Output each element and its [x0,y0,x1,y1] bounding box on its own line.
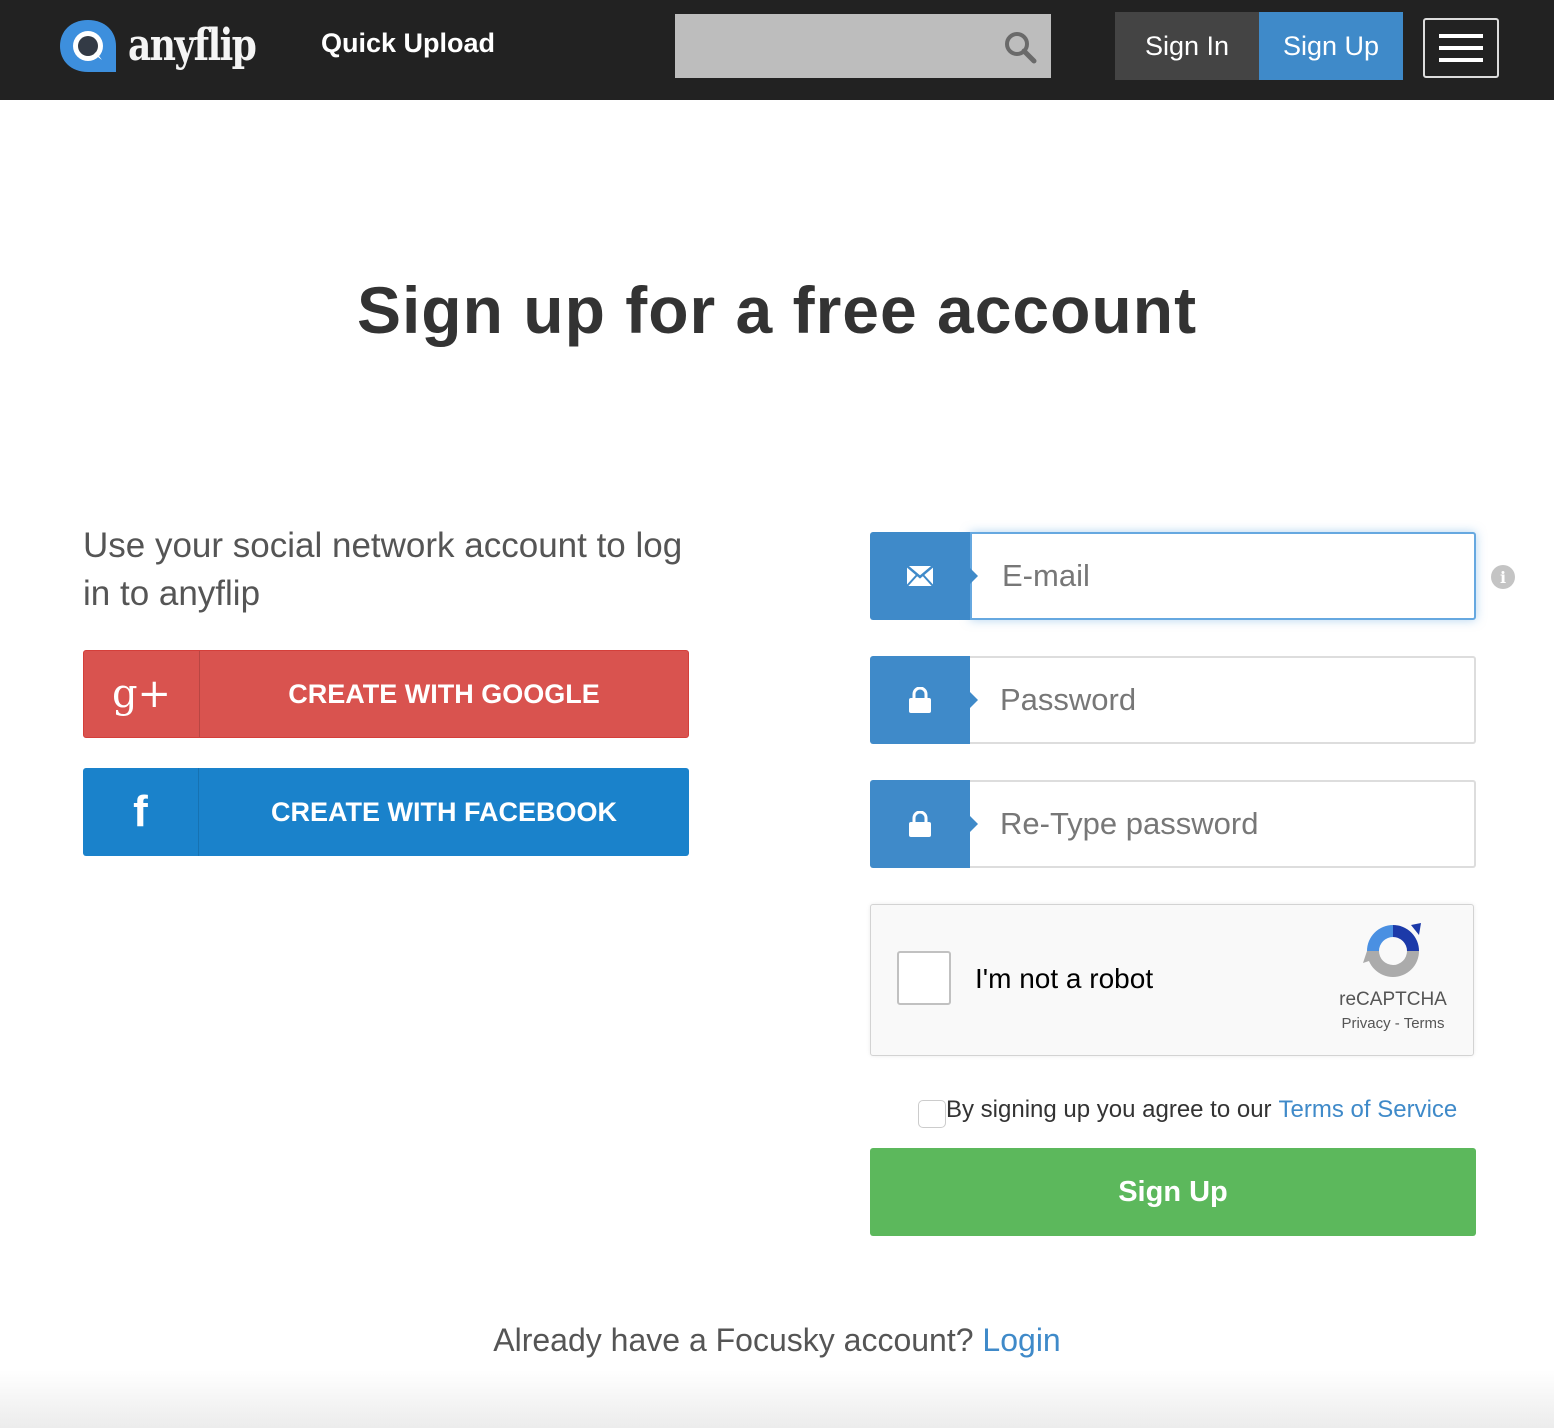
terms-checkbox[interactable] [918,1100,946,1128]
google-plus-icon: g+ [84,651,200,737]
top-navbar: anyflip Quick Upload Sign In Sign Up [0,0,1554,100]
sign-in-button[interactable]: Sign In [1115,12,1259,80]
password-field-group [870,656,1476,744]
recaptcha-label: I'm not a robot [975,963,1154,994]
already-have-account: Already have a Focusky account? Login [0,1322,1554,1359]
search-icon[interactable] [1003,30,1037,64]
terms-agreement: By signing up you agree to our Terms of … [918,1092,1457,1128]
retype-password-input[interactable] [970,780,1476,868]
logo-text: anyflip [128,20,257,71]
retype-password-addon [870,780,978,868]
email-field-group [870,532,1476,620]
sign-up-nav-button[interactable]: Sign Up [1259,12,1403,80]
footer-fade [0,1370,1554,1428]
facebook-icon: f [83,768,199,856]
facebook-button-label: CREATE WITH FACEBOOK [271,796,617,827]
sign-up-submit-button[interactable]: Sign Up [870,1148,1476,1236]
password-input[interactable] [970,656,1476,744]
search-box [675,14,1051,78]
anyflip-logo[interactable]: anyflip [58,18,283,74]
logo-bubble-icon [60,20,116,72]
recaptcha-terms-link[interactable]: Terms [1404,1015,1445,1032]
search-input[interactable] [675,14,995,78]
recaptcha-brand: reCAPTCHA [1339,989,1447,1010]
terms-agreement-text: By signing up you agree to our [946,1096,1272,1123]
menu-bar-icon [1439,58,1483,62]
social-intro-text: Use your social network account to log i… [83,526,683,613]
google-button-label: CREATE WITH GOOGLE [288,678,600,709]
already-account-text: Already have a Focusky account? [493,1322,974,1358]
recaptcha-checkbox[interactable] [897,951,951,1005]
page-title: Sign up for a free account [356,273,1198,347]
hamburger-menu-button[interactable] [1423,18,1499,78]
info-icon[interactable]: i [1491,565,1515,589]
menu-bar-icon [1439,34,1483,38]
terms-of-service-link[interactable]: Terms of Service [1279,1096,1458,1124]
email-input[interactable] [970,532,1476,620]
lock-icon [909,811,931,837]
retype-password-field-group [870,780,1476,868]
login-link[interactable]: Login [982,1322,1060,1358]
create-with-facebook-button[interactable]: f CREATE WITH FACEBOOK [83,768,689,856]
recaptcha-privacy-link[interactable]: Privacy [1341,1015,1390,1032]
menu-bar-icon [1439,46,1483,50]
password-addon [870,656,978,744]
envelope-icon [907,566,933,586]
quick-upload-link[interactable]: Quick Upload [321,28,495,59]
recaptcha-separator: - [1390,1015,1404,1032]
email-addon [870,532,978,620]
lock-icon [909,687,931,713]
create-with-google-button[interactable]: g+ CREATE WITH GOOGLE [83,650,689,738]
recaptcha-links: Privacy - Terms [1323,1015,1463,1032]
recaptcha-widget: I'm not a robot reCAPTCHA Privacy - Term… [870,904,1474,1056]
recaptcha-logo-icon [1363,923,1421,977]
